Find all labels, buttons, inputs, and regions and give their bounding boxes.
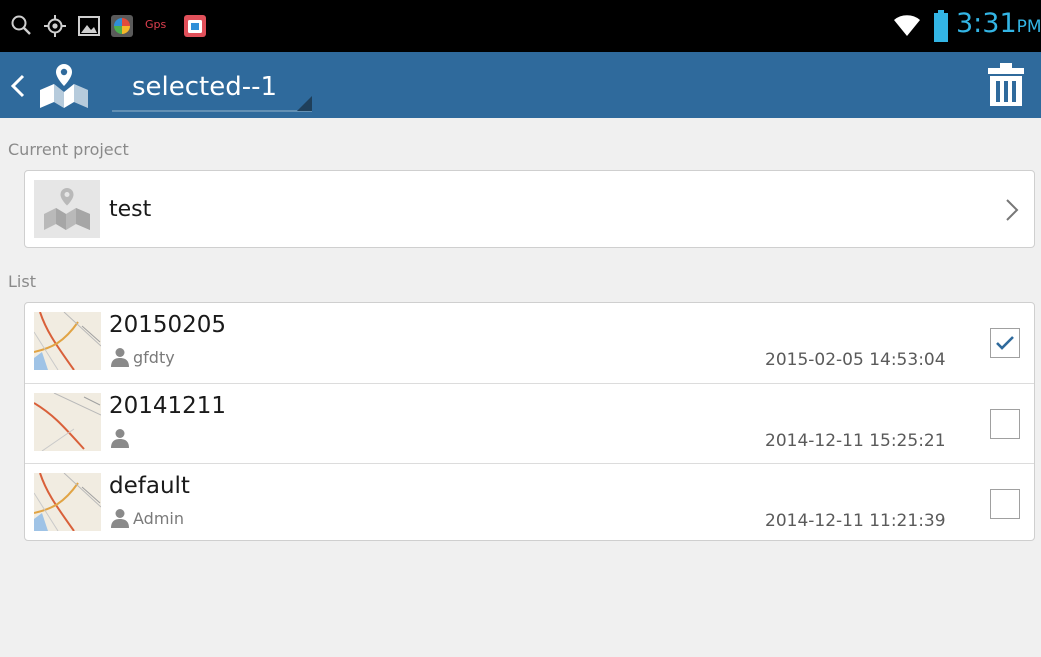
map-list: 20150205 gfdty 2015-02-05 14:53:04 20141… [24,302,1035,541]
map-date: 2015-02-05 14:53:04 [765,350,946,370]
search-icon [11,15,31,35]
list-item[interactable]: default Admin 2014-12-11 11:21:39 [25,463,1034,543]
user-icon [111,348,129,367]
project-map-icon [44,188,90,230]
status-clock: 3:31PM [956,8,1041,39]
wifi-icon [894,15,920,36]
checkmark-icon [996,336,1014,350]
clock-time: 3:31 [956,8,1017,39]
battery-icon [934,10,948,42]
project-spinner[interactable]: selected--1 [112,60,312,112]
map-title: 20150205 [109,312,227,338]
user-icon [111,509,129,528]
project-thumbnail [34,180,100,238]
map-owner: gfdty [133,348,175,367]
select-checkbox[interactable] [990,409,1020,439]
map-thumbnail [34,393,101,451]
gps-label: Gps [145,18,167,31]
map-date: 2014-12-11 11:21:39 [765,511,946,531]
list-item[interactable]: 20150205 gfdty 2015-02-05 14:53:04 [25,303,1034,383]
list-label: List [8,272,36,291]
spinner-arrow-icon [112,96,312,112]
clock-ampm: PM [1016,17,1041,37]
current-project-label: Current project [8,140,129,159]
select-checkbox[interactable] [990,328,1020,358]
map-thumbnail [34,473,101,531]
trash-icon[interactable] [986,62,1026,108]
action-bar: selected--1 [0,52,1041,118]
map-date: 2014-12-11 15:25:21 [765,431,946,451]
status-bar: Gps 3:31PM [0,0,1041,52]
picture-icon [78,16,100,36]
map-pin-icon[interactable] [38,62,90,110]
user-icon [111,429,129,448]
chevron-right-icon [1006,199,1019,221]
location-icon [44,15,66,37]
app-icon [111,15,133,37]
store-icon [184,15,206,37]
map-title: 20141211 [109,393,227,419]
project-name: test [109,197,152,222]
map-title: default [109,473,190,499]
back-chevron-icon[interactable] [9,73,27,99]
map-owner: Admin [133,509,184,528]
current-project-card[interactable]: test [24,170,1035,248]
map-thumbnail [34,312,101,370]
select-checkbox[interactable] [990,489,1020,519]
list-item[interactable]: 20141211 2014-12-11 15:25:21 [25,383,1034,463]
